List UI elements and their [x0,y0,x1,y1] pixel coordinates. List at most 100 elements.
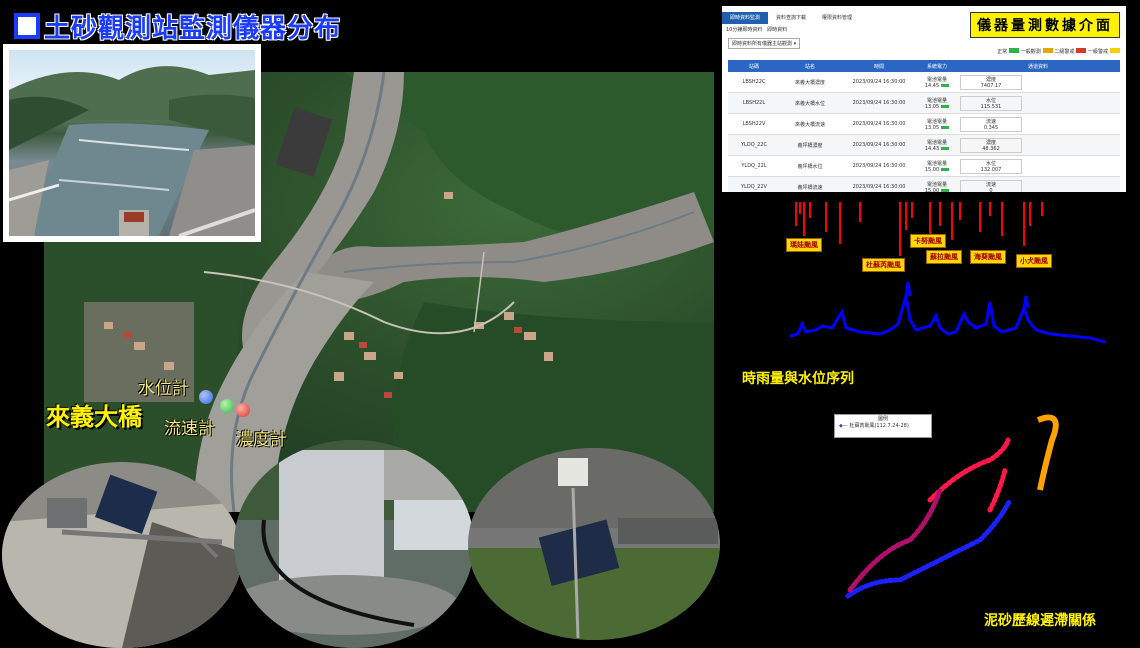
table-row: LBSH22L 來義大橋水位 2023/09/24 16:30:00 電池電量 13.0… [728,92,1120,114]
row-power: 電池電量 15.00 [918,155,956,177]
battery-icon [941,125,950,129]
channel-label: 濃度 [985,139,996,146]
panel-tabs: 即時資料監測 資料查詢下載 權限資料管理 [722,12,860,24]
legend-level2-swatch [1076,48,1087,53]
row-power: 電池電量 15.00 [918,176,956,193]
legend-level2-label: 二級警戒 [1054,49,1075,55]
row-channel: 流速 0 [956,176,1120,193]
channel-cell: 水位 115.531 [960,95,1022,111]
water-level-gauge-label: 水位計 [138,379,189,399]
row-channel: 水位 132.007 [956,155,1120,177]
table-header-row: 站碼 站名 時間 系統電力 通道資料 [728,60,1120,72]
typhoon-label-4: 蘇拉颱風 [926,250,962,264]
row-time: 2023/09/24 16:30:00 [840,92,918,114]
water-level-instrument-photo [2,462,242,648]
row-power-label: 電池電量 [926,160,947,167]
typhoon-label-3: 卡努颱風 [910,234,946,248]
hysteresis-caption: 泥砂歷線遲滯關係 [984,613,1096,629]
typhoon-label-5: 海葵颱風 [970,250,1006,264]
concentration-marker [236,403,250,417]
table-row: LBSH22C 來義大橋濃度 2023/09/24 16:30:00 電池電量 14.4… [728,72,1120,93]
channel-value: 0.345 [983,124,999,131]
row-code: LBSH22L [728,92,780,114]
concentration-instrument-photo [468,448,720,640]
row-time: 2023/09/24 16:30:00 [840,72,918,93]
row-power-value: 14.45 [924,82,940,89]
col-code: 站碼 [728,60,780,72]
concentration-meter-label: 濃度計 [236,430,287,450]
status-legend: 正常 一般觀測 二級警戒 一級警戒 [997,48,1120,55]
row-name: 來義大橋水位 [780,92,840,114]
col-name: 站名 [780,60,840,72]
row-code: YLDQ_22V [728,176,780,192]
tab-download[interactable]: 資料查詢下載 [768,12,814,24]
row-power-value: 15.00 [924,166,940,173]
bridge-name-label: 來義大橋 [46,403,142,431]
table-row: LBSH22V 來義大橋流速 2023/09/24 16:30:00 電池電量 13.0… [728,113,1120,135]
row-power: 電池電量 14.43 [918,134,956,156]
legend-watch-swatch [1042,48,1053,53]
station-filter-value: 即時資料所有儀器主站觀測 [732,41,793,47]
row-power-label: 電池電量 [926,181,947,188]
page-title: 土砂觀測站監測儀器分布 [14,8,341,45]
velocity-instrument-photo [234,440,474,648]
row-power-value: 13.05 [924,103,940,110]
row-code: YLDQ_22C [728,134,780,156]
typhoon-label-1: 瑪娃颱風 [786,238,822,252]
velocity-marker [220,399,234,413]
row-channel: 水位 115.531 [956,92,1120,114]
channel-label: 流速 [985,181,996,188]
battery-icon [941,104,950,108]
row-power-value: 13.05 [924,124,940,131]
river-photo [3,44,261,242]
subtab-realtime[interactable]: 即時資料 [767,27,787,33]
table-row: YLDQ_22L 義坪橋水位 2023/09/24 16:30:00 電池電量 15.0… [728,155,1120,177]
typhoon-label-2: 杜蘇芮颱風 [862,258,905,272]
row-time: 2023/09/24 16:30:00 [840,155,918,177]
station-filter-select[interactable]: 即時資料所有儀器主站觀測 ▾ [728,38,801,49]
row-time: 2023/09/24 16:30:00 [840,113,918,135]
water-level-series [789,295,1106,344]
row-power-label: 電池電量 [926,118,947,125]
typhoon-label-6: 小犬颱風 [1016,254,1052,268]
row-code: YLDQ_22L [728,155,780,177]
rain-chart-caption: 時雨量與水位序列 [742,371,854,387]
subtab-10min[interactable]: 10分鐘即時資料 [726,27,762,33]
legend-level1-label: 一級警戒 [1087,49,1108,55]
row-name: 來義大橋流速 [780,113,840,135]
col-channel: 通道資料 [956,60,1120,72]
channel-value: 115.531 [980,103,1002,110]
hysteresis-falling-limb [847,487,943,593]
legend-normal-label: 正常 [997,49,1008,55]
row-power: 電池電量 14.45 [918,72,956,93]
row-power-value: 14.43 [924,145,940,152]
tab-realtime[interactable]: 即時資料監測 [722,12,769,24]
tab-permissions[interactable]: 權限資料管理 [814,12,860,24]
rainfall-waterlevel-chart [789,202,1106,344]
row-power: 電池電量 13.05 [918,113,956,135]
data-interface-panel: 即時資料監測 資料查詢下載 權限資料管理 10分鐘即時資料 即時資料 即時資料所… [722,6,1126,192]
row-channel: 濃度 7407.17 [956,72,1120,93]
channel-value: 7407.17 [980,82,1002,89]
legend-normal-swatch [1009,48,1020,53]
row-power-value: 15.00 [924,187,940,193]
col-power: 系統電力 [918,60,956,72]
battery-icon [941,146,950,150]
velocity-meter-label: 流速計 [164,419,215,439]
water-level-marker [199,390,213,404]
row-name: 義坪橋濃度 [780,134,840,156]
col-time: 時間 [840,60,918,72]
row-code: LBSH22C [728,72,780,93]
channel-label: 水位 [985,97,996,104]
channel-cell: 水位 132.007 [960,158,1022,174]
data-interface-title: 儀器量測數據介面 [970,12,1120,38]
row-channel: 濃度 48.362 [956,134,1120,156]
legend-watch-label: 一般觀測 [1020,49,1041,55]
row-power: 電池電量 13.05 [918,92,956,114]
square-bullet-icon [14,13,40,39]
row-name: 義坪橋流速 [780,176,840,192]
battery-icon [941,167,950,171]
channel-value: 0 [989,187,993,193]
river-photo-scene [9,66,255,236]
row-code: LBSH22V [728,113,780,135]
